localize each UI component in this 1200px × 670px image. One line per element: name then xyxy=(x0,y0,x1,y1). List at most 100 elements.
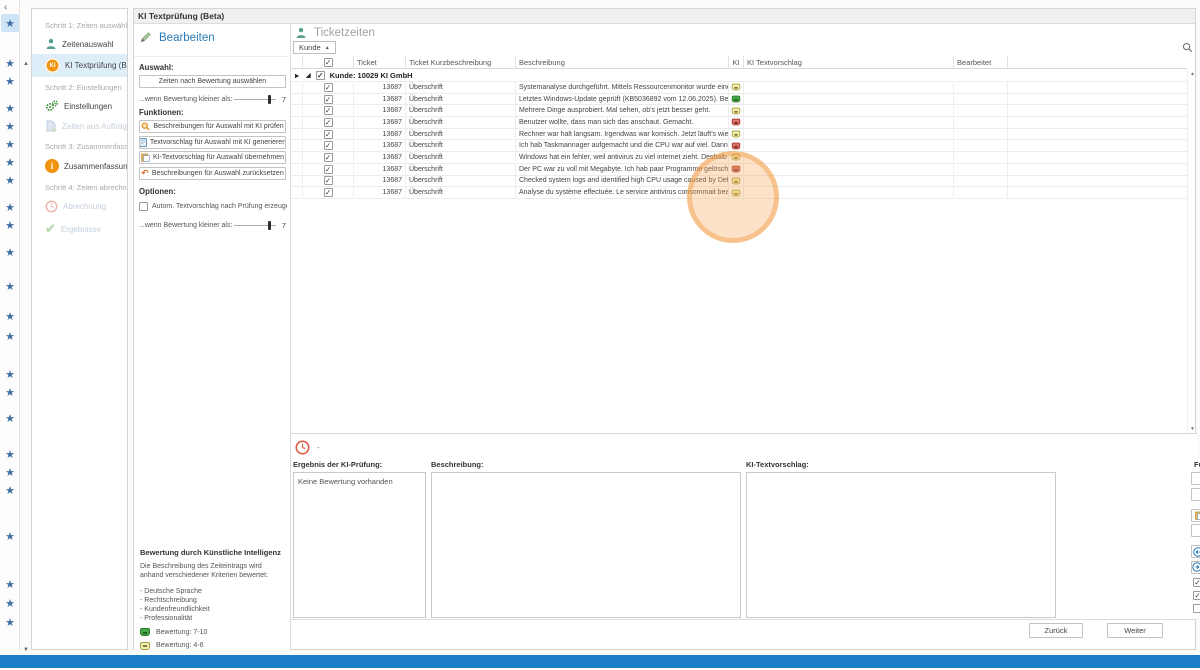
row-checkbox[interactable]: ✓ xyxy=(324,130,333,139)
row-checkbox[interactable]: ✓ xyxy=(324,165,333,174)
slider1-track[interactable] xyxy=(234,99,275,100)
wizard-step-abrechnung[interactable]: Abrechnung xyxy=(32,196,127,217)
row-indicator-cell xyxy=(291,105,303,116)
favorite-star-icon[interactable]: ★ xyxy=(4,157,16,169)
favorite-star-icon[interactable]: ★ xyxy=(4,202,16,214)
favorite-star-icon[interactable]: ★ xyxy=(4,617,16,629)
table-row[interactable]: ✓13687ÜberschriftIch hab Taskmannager au… xyxy=(291,140,1187,152)
wizard-step-einstellungen[interactable]: Einstellungen xyxy=(32,96,127,116)
tool-button-beschreibungen-f-r-auswahl-zur-cksetzen[interactable]: ↶Beschreibungen für Auswahl zurücksetzen xyxy=(139,167,286,180)
detail-checkbox-kein-textvorschlag-berspringen[interactable]: ✓Kein Textvorschlag - Überspringen xyxy=(1193,591,1200,600)
favorite-star-icon[interactable]: ★ xyxy=(4,121,16,133)
favorite-star-icon[interactable]: ★ xyxy=(4,485,16,497)
table-row[interactable]: ✓13687ÜberschriftLetztes Windows-Update … xyxy=(291,94,1187,106)
favorites-scroll-down-icon[interactable]: ▼ xyxy=(23,647,29,653)
favorite-star-icon[interactable]: ★ xyxy=(4,311,16,323)
table-row[interactable]: ✓13687ÜberschriftDer PC war zu voll mit … xyxy=(291,164,1187,176)
wizard-step-zeiten-aus-auftr-gen[interactable]: Zeiten aus Aufträgen xyxy=(32,116,127,136)
wizard-step-zeitenauswahl[interactable]: Zeitenauswahl xyxy=(32,34,127,54)
auto-suggestion-checkbox[interactable] xyxy=(139,202,148,211)
auto-suggestion-checkbox-row[interactable]: Autom. Textvorschlag nach Prüfung erzeug… xyxy=(139,202,287,211)
favorite-star-icon[interactable]: ★ xyxy=(4,579,16,591)
tool-button-textvorschlag-f-r-auswahl-mit-ki-generieren[interactable]: Textvorschlag für Auswahl mit KI generie… xyxy=(139,136,286,149)
tool-button-ki-textvorschlag-f-r-auswahl-bernehmen[interactable]: KI-Textvorschlag für Auswahl übernehmen xyxy=(139,151,286,164)
column-header-bearbeitet[interactable]: Bearbeitet xyxy=(954,56,1008,68)
scrollbar-down-icon[interactable]: ▼ xyxy=(1190,426,1195,432)
wizard-step-ergebnisse[interactable]: ✔Ergebnisse xyxy=(32,217,127,241)
wizard-step-zusammenfassung[interactable]: iZusammenfassung xyxy=(32,155,127,177)
column-header-kurzbeschreibung[interactable]: Ticket Kurzbeschreibung xyxy=(406,56,516,68)
grid-group-row[interactable]: ▸ ◢ ✓ Kunde: 10029 KI GmbH xyxy=(291,69,1187,82)
detail-checkbox-nur-ausgew-hlte-zeiteintr-ge[interactable]: Nur ausgewählte Zeiteinträge xyxy=(1193,604,1200,613)
group-checkbox[interactable]: ✓ xyxy=(316,71,325,80)
next-button[interactable]: Weiter xyxy=(1107,623,1163,638)
table-row[interactable]: ✓13687ÜberschriftWindows hat ein fehler,… xyxy=(291,152,1187,164)
row-checkbox[interactable]: ✓ xyxy=(324,188,333,197)
checkbox[interactable]: ✓ xyxy=(1193,578,1200,587)
favorite-star-icon[interactable]: ★ xyxy=(4,103,16,115)
detail-checkbox-keine-beschreibung-berspringen[interactable]: ✓Keine Beschreibung - Überspringen xyxy=(1193,578,1200,587)
select-all-checkbox[interactable]: ✓ xyxy=(324,58,333,67)
favorites-scroll-up-icon[interactable]: ▲ xyxy=(23,61,29,67)
detail-button-n-chste-beschreibung-pfeil-rechts[interactable]: Nächste Beschreibung (Pfeil-Rechts) xyxy=(1191,561,1200,574)
row-checkbox[interactable]: ✓ xyxy=(324,106,333,115)
group-by-kunde-chip[interactable]: Kunde ▲ xyxy=(293,41,336,54)
description-textarea[interactable] xyxy=(431,472,741,618)
detail-button-beschreibung-zur-cksetzen[interactable]: ↶Beschreibung zurücksetzen xyxy=(1191,524,1200,537)
column-header-ki[interactable]: KI xyxy=(729,56,744,68)
favorite-star-icon[interactable]: ★ xyxy=(4,175,16,187)
favorite-star-icon[interactable]: ★ xyxy=(4,413,16,425)
table-row[interactable]: ✓13687ÜberschriftSystemanalyse durchgefü… xyxy=(291,82,1187,94)
details-panel: - Ergebnis der KI-Prüfung: Beschreibung:… xyxy=(291,433,1197,619)
detail-button-textvorschlag-bernehmen-num0[interactable]: Textvorschlag übernehmen (Num0) xyxy=(1191,509,1200,522)
favorite-star-icon[interactable]: ★ xyxy=(4,531,16,543)
row-checkbox[interactable]: ✓ xyxy=(324,141,333,150)
detail-button-vorherige-beschreibung-pfeil-links[interactable]: Vorherige Beschreibung (Pfeil-Links) xyxy=(1191,545,1200,558)
wizard-step-ki-textpr-fung-beta[interactable]: KIKI Textprüfung (Beta) xyxy=(32,54,127,77)
favorite-star-icon[interactable]: ★ xyxy=(4,598,16,610)
table-row[interactable]: ✓13687ÜberschriftChecked system logs and… xyxy=(291,176,1187,188)
favorite-item-selected[interactable]: ★ xyxy=(1,14,19,32)
select-times-by-rating-button[interactable]: Zeiten nach Bewertung auswählen xyxy=(139,75,286,88)
favorite-star-icon[interactable]: ★ xyxy=(4,281,16,293)
row-checkbox[interactable]: ✓ xyxy=(324,83,333,92)
scrollbar-up-icon[interactable]: ▲ xyxy=(1190,71,1195,77)
collapse-sidebar-button[interactable]: ‹ xyxy=(4,2,7,13)
column-header-ticket[interactable]: Ticket xyxy=(354,56,406,68)
table-row[interactable]: ✓13687ÜberschriftRechner war halt langsa… xyxy=(291,129,1187,141)
detail-button-textvorschlag-mit-ki-generieren[interactable]: Textvorschlag mit KI generieren xyxy=(1191,488,1200,501)
column-header-ki-textvorschlag[interactable]: KI Textvorschlag xyxy=(744,56,954,68)
favorite-star-icon[interactable]: ★ xyxy=(4,58,16,70)
favorite-star-icon[interactable]: ★ xyxy=(4,331,16,343)
suggestion-textarea[interactable] xyxy=(746,472,1056,618)
favorite-star-icon[interactable]: ★ xyxy=(4,139,16,151)
slider2-thumb[interactable] xyxy=(268,221,271,230)
row-checkbox[interactable]: ✓ xyxy=(324,153,333,162)
favorite-star-icon[interactable]: ★ xyxy=(4,247,16,259)
tool-button-beschreibungen-f-r-auswahl-mit-ki-pr-fen[interactable]: Beschreibungen für Auswahl mit KI prüfen xyxy=(139,120,286,133)
favorite-star-icon[interactable]: ★ xyxy=(4,387,16,399)
table-row[interactable]: ✓13687ÜberschriftBenutzer wollte, dass m… xyxy=(291,117,1187,129)
row-checkbox[interactable]: ✓ xyxy=(324,176,333,185)
favorite-star-icon[interactable]: ★ xyxy=(4,220,16,232)
cell-kurzbeschreibung: Überschrift xyxy=(406,94,516,105)
table-row[interactable]: ✓13687ÜberschriftAnalyse du système effe… xyxy=(291,187,1187,199)
table-row[interactable]: ✓13687ÜberschriftMehrere Dinge ausprobie… xyxy=(291,105,1187,117)
result-textarea[interactable]: Keine Bewertung vorhanden xyxy=(293,472,426,618)
back-button[interactable]: Zurück xyxy=(1029,623,1083,638)
favorite-star-icon[interactable]: ★ xyxy=(4,76,16,88)
slider1-thumb[interactable] xyxy=(268,95,271,104)
grid-vertical-scrollbar[interactable]: ▲ ▼ xyxy=(1187,69,1197,434)
column-header-beschreibung[interactable]: Beschreibung xyxy=(516,56,729,68)
checkbox[interactable]: ✓ xyxy=(1193,591,1200,600)
favorite-star-icon[interactable]: ★ xyxy=(4,449,16,461)
row-checkbox[interactable]: ✓ xyxy=(324,118,333,127)
group-expander-icon[interactable]: ◢ xyxy=(306,72,311,79)
detail-button-beschreibung-mit-ki-pr-fen[interactable]: Beschreibung mit KI prüfen xyxy=(1191,472,1200,485)
slider2-track[interactable] xyxy=(234,225,275,226)
favorite-star-icon[interactable]: ★ xyxy=(4,369,16,381)
row-checkbox[interactable]: ✓ xyxy=(324,95,333,104)
checkbox[interactable] xyxy=(1193,604,1200,613)
favorite-star-icon[interactable]: ★ xyxy=(4,467,16,479)
wizard-section-header: Schritt 4: Zeiten abrechnen xyxy=(32,177,127,196)
